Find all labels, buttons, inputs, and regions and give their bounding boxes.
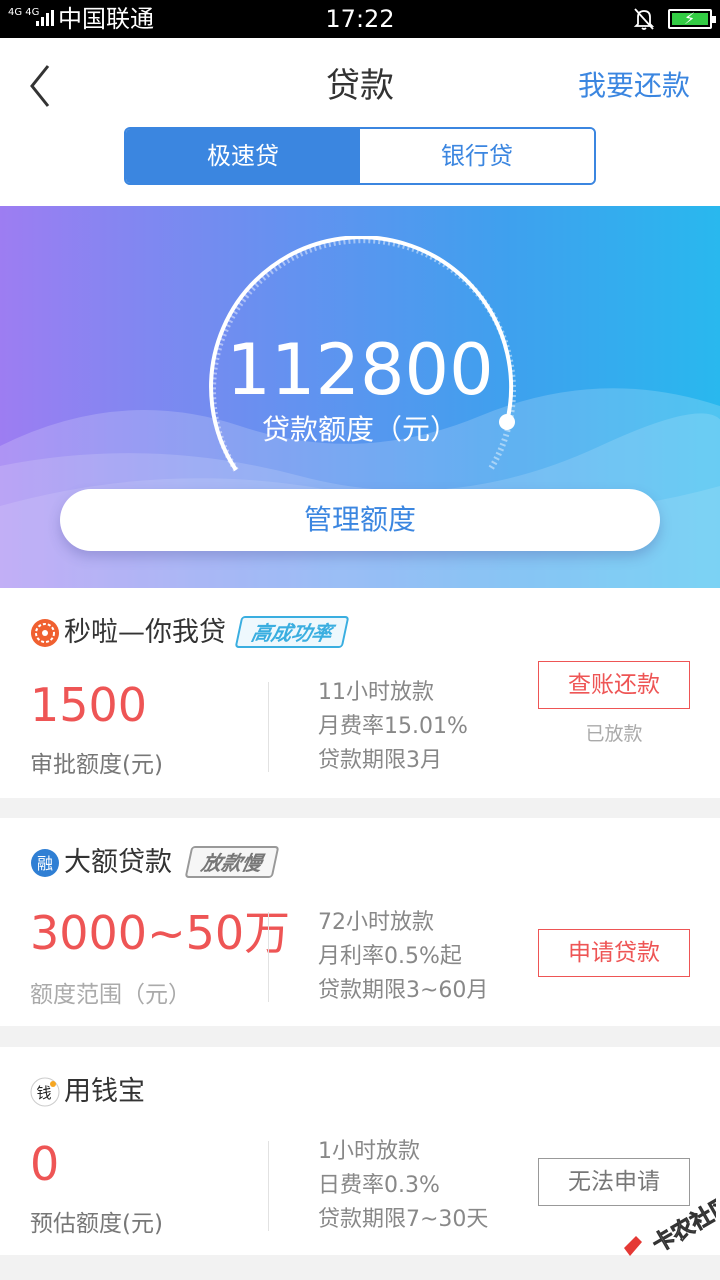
apply-loan-button[interactable]: 申请贷款 — [538, 929, 690, 977]
loan-name: 秒啦—你我贷 — [64, 617, 226, 648]
tab-bank-loan[interactable]: 银行贷 — [360, 129, 594, 183]
loan-detail: 11小时放款 — [318, 680, 434, 705]
loan-tag: 高成功率 — [234, 616, 350, 648]
loan-amount-label: 额度范围（元） — [30, 982, 191, 1008]
svg-text:卡农社区: 卡农社区 — [648, 1191, 716, 1258]
loan-detail: 月费率15.01% — [318, 714, 468, 739]
card-divider — [268, 682, 269, 772]
repay-link[interactable]: 我要还款 — [578, 68, 690, 104]
qian-logo-icon: 钱 — [30, 1077, 60, 1107]
credit-label: 贷款额度（元） — [261, 413, 458, 446]
loan-tag: 放款慢 — [184, 846, 280, 878]
loan-detail: 日费率0.3% — [318, 1173, 440, 1198]
tab-fast-loan[interactable]: 极速贷 — [126, 129, 360, 183]
manage-credit-button[interactable]: 管理额度 — [60, 489, 660, 551]
svg-text:钱: 钱 — [36, 1084, 51, 1102]
loan-detail: 贷款期限3月 — [318, 748, 442, 773]
bell-muted-icon — [633, 8, 655, 30]
loan-card-miaola[interactable]: 秒啦—你我贷 高成功率 1500 审批额度(元) 11小时放款 月费率15.01… — [0, 588, 720, 798]
miaola-logo-icon — [31, 619, 59, 647]
svg-text:融: 融 — [37, 854, 53, 873]
loan-detail: 月利率0.5%起 — [318, 944, 462, 969]
loan-detail: 贷款期限7~30天 — [318, 1207, 489, 1232]
credit-amount: 112800 — [226, 329, 494, 411]
loan-detail: 1小时放款 — [318, 1139, 420, 1164]
rong-logo-icon: 融 — [31, 849, 59, 877]
loan-amount-label: 预估额度(元) — [30, 1211, 163, 1237]
loan-name: 大额贷款 — [64, 847, 172, 878]
card-divider — [268, 1141, 269, 1231]
battery-icon: ⚡ — [668, 9, 716, 29]
loan-type-tabs: 极速贷 银行贷 — [124, 127, 596, 185]
loan-amount: 0 — [30, 1137, 60, 1191]
loan-amount-label: 审批额度(元) — [30, 752, 163, 778]
header: 贷款 我要还款 极速贷 银行贷 — [0, 38, 720, 206]
loan-detail: 贷款期限3~60月 — [318, 978, 489, 1003]
watermark-logo: 卡农社区 — [624, 1191, 716, 1258]
credit-hero: 112800 贷款额度（元） 管理额度 — [0, 206, 720, 588]
loan-amount: 1500 — [30, 678, 148, 732]
loan-detail: 72小时放款 — [318, 910, 434, 935]
loan-amount: 3000~50万 — [30, 906, 291, 960]
loan-card-yongqianbao[interactable]: 钱 用钱宝 0 预估额度(元) 1小时放款 日费率0.3% 贷款期限7~30天 … — [0, 1047, 720, 1255]
loan-name: 用钱宝 — [64, 1076, 145, 1107]
status-time: 17:22 — [325, 5, 395, 33]
check-repay-button[interactable]: 查账还款 — [538, 661, 690, 709]
loan-card-large[interactable]: 融 大额贷款 放款慢 3000~50万 额度范围（元） 72小时放款 月利率0.… — [0, 818, 720, 1026]
loan-status-text: 已放款 — [585, 723, 643, 745]
card-divider — [268, 912, 269, 1002]
status-bar: 4G 4G 中国联通 17:22 ⚡ — [0, 0, 720, 38]
